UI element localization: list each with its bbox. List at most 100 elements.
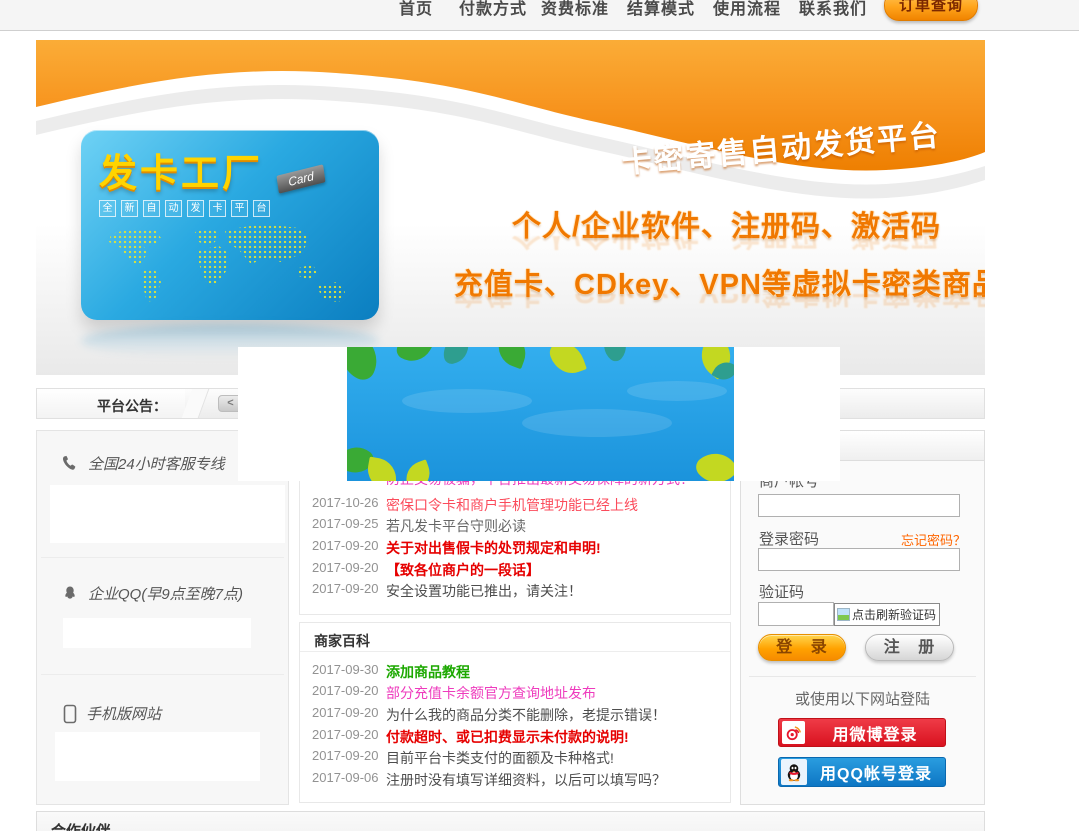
page: 首页 付款方式 资费标准 结算模式 使用流程 联系我们 订单查询 卡密寄售自动发… (0, 0, 1079, 831)
password-input[interactable] (758, 548, 960, 571)
news-title[interactable]: 安全设置功能已推出，请关注！ (386, 581, 582, 601)
news-title[interactable]: 目前平台卡类支付的面额及卡种格式! (386, 748, 614, 768)
hero-banner: 卡密寄售自动发货平台 发卡工厂 Card 全 新 自 动 发 卡 平 台 (36, 40, 985, 375)
news-date: 2017-09-20 (312, 683, 379, 698)
brand-logo-text: 发卡工厂 (99, 142, 263, 197)
news-title[interactable]: 付款超时、或已扣费显示未付款的说明! (386, 727, 629, 747)
register-button[interactable]: 注 册 (865, 634, 954, 661)
news-title[interactable]: 添加商品教程 (386, 662, 470, 682)
news-row: 2017-09-20 为什么我的商品分类不能删除，老提示错误！ (300, 705, 730, 722)
news-row: 2017-09-30 添加商品教程 (300, 662, 730, 679)
captcha-refresh-label: 点击刷新验证码 (852, 606, 936, 623)
popup-image[interactable] (347, 347, 734, 481)
nav-item-pricing[interactable]: 资费标准 (541, 0, 609, 22)
news-row: 2017-09-20 目前平台卡类支付的面额及卡种格式! (300, 748, 730, 765)
news-date: 2017-09-20 (312, 560, 379, 575)
brand-card-tag: Card (276, 164, 325, 194)
subtitle-char: 台 (253, 200, 270, 217)
news-title[interactable]: 若凡发卡平台守则必读 (386, 516, 526, 536)
weibo-icon (782, 721, 805, 744)
mobile-qr-area (55, 732, 260, 781)
weibo-login-label: 用微博登录 (805, 721, 945, 745)
qq-penguin-icon (61, 585, 79, 603)
brand-card-graphic: 发卡工厂 Card 全 新 自 动 发 卡 平 台 (81, 130, 379, 320)
nav-item-payment[interactable]: 付款方式 (459, 0, 527, 22)
sidebar-divider (41, 674, 284, 675)
hotline-label: 全国24小时客服专线 (88, 453, 225, 474)
nav-item-contact[interactable]: 联系我们 (799, 0, 867, 22)
news-title[interactable]: 注册时没有填写详细资料，以后可以填写吗？ (386, 770, 666, 790)
news-date: 2017-09-30 (312, 662, 379, 677)
sidebar-divider (41, 557, 284, 558)
login-button[interactable]: 登 录 (758, 634, 846, 661)
news-row: 2017-09-20 关于对出售假卡的处罚规定和申明! (300, 538, 730, 555)
qq-login-button[interactable]: 用QQ帐号登录 (778, 757, 946, 787)
news-row: 2017-09-20 付款超时、或已扣费显示未付款的说明! (300, 727, 730, 744)
merchant-wiki-header: 商家百科 (314, 631, 370, 651)
news-title[interactable]: 为什么我的商品分类不能删除，老提示错误！ (386, 705, 666, 725)
captcha-image-icon (837, 608, 850, 621)
news-date: 2017-09-20 (312, 538, 379, 553)
news-date: 2017-09-20 (312, 581, 379, 596)
banner-line1-reflection: 个人/企业软件、注册码、激活码 (454, 236, 985, 258)
alt-login-text: 或使用以下网站登陆 (741, 688, 984, 709)
qq-color-icon (781, 759, 807, 785)
news-title[interactable]: 密保口令卡和商户手机管理功能已经上线 (386, 495, 638, 515)
dotted-world-map (103, 220, 361, 316)
news-title[interactable]: 部分充值卡余额官方查询地址发布 (386, 683, 596, 703)
news-title[interactable]: 关于对出售假卡的处罚规定和申明! (386, 538, 601, 558)
subtitle-char: 自 (143, 200, 160, 217)
qq-row: 企业QQ(早9点至晚7点) (61, 583, 243, 604)
subtitle-char: 全 (99, 200, 116, 217)
brand-card-subtitle: 全 新 自 动 发 卡 平 台 (99, 200, 275, 217)
qq-label: 企业QQ(早9点至晚7点) (88, 583, 243, 604)
news-date: 2017-09-25 (312, 516, 379, 531)
account-input[interactable] (758, 494, 960, 517)
news-row: 2017-10-26 密保口令卡和商户手机管理功能已经上线 (300, 495, 730, 512)
weibo-login-button[interactable]: 用微博登录 (778, 718, 946, 747)
mobile-site-row: 手机版网站 (63, 703, 161, 724)
news-row: 2017-09-20 【致各位商户的一段话】 (300, 560, 730, 577)
subtitle-char: 卡 (209, 200, 226, 217)
password-label: 登录密码 (759, 528, 819, 549)
merchant-wiki-box: 商家百科 2017-09-30 添加商品教程 2017-09-20 部分充值卡余… (299, 622, 731, 803)
hotline-row: 全国24小时客服专线 (61, 453, 225, 474)
captcha-input[interactable] (758, 602, 834, 626)
phone-icon (61, 455, 79, 473)
subtitle-char: 新 (121, 200, 138, 217)
header-divider (300, 651, 730, 652)
subtitle-char: 发 (187, 200, 204, 217)
mobile-phone-icon (63, 704, 77, 724)
news-row: 2017-09-20 部分充值卡余额官方查询地址发布 (300, 683, 730, 700)
partners-title: 合作伙伴 (51, 820, 111, 831)
forgot-password-link[interactable]: 忘记密码？ (901, 530, 966, 549)
nav-item-settlement[interactable]: 结算模式 (627, 0, 695, 22)
nav-item-workflow[interactable]: 使用流程 (713, 0, 781, 22)
partners-section: 合作伙伴 (36, 811, 985, 831)
captcha-refresh-button[interactable]: 点击刷新验证码 (834, 603, 940, 626)
nav-item-home[interactable]: 首页 (399, 0, 433, 22)
hotline-number-area (50, 485, 285, 543)
news-date: 2017-09-06 (312, 770, 379, 785)
news-date: 2017-09-20 (312, 748, 379, 763)
news-row: 2017-09-25 若凡发卡平台守则必读 (300, 516, 730, 533)
sidebar: 全国24小时客服专线 企业QQ(早9点至晚7点) 手机版网站 (36, 430, 289, 805)
announcement-label: 平台公告： (97, 396, 167, 416)
news-row: 2017-09-06 注册时没有填写详细资料，以后可以填写吗？ (300, 770, 730, 787)
news-date: 2017-09-20 (312, 705, 379, 720)
news-title[interactable]: 【致各位商户的一段话】 (386, 560, 540, 580)
merchant-login-panel: 商户帐号 登录密码 忘记密码？ 验证码 点击刷新验证码 登 录 注 册 或使用以… (740, 430, 985, 805)
panel-divider (749, 676, 976, 677)
news-row: 2017-09-20 安全设置功能已推出，请关注！ (300, 581, 730, 598)
announcement-diagonal-divider (182, 389, 210, 418)
qq-contact-area (63, 618, 251, 648)
order-query-button[interactable]: 订单查询 (884, 0, 978, 21)
mobile-site-label: 手机版网站 (86, 703, 161, 724)
top-navigation: 首页 付款方式 资费标准 结算模式 使用流程 联系我们 订单查询 (0, 0, 1079, 31)
popup-overlay (238, 347, 840, 481)
news-date: 2017-09-20 (312, 727, 379, 742)
captcha-label: 验证码 (759, 581, 804, 602)
subtitle-char: 动 (165, 200, 182, 217)
subtitle-char: 平 (231, 200, 248, 217)
qq-login-label: 用QQ帐号登录 (807, 760, 945, 784)
